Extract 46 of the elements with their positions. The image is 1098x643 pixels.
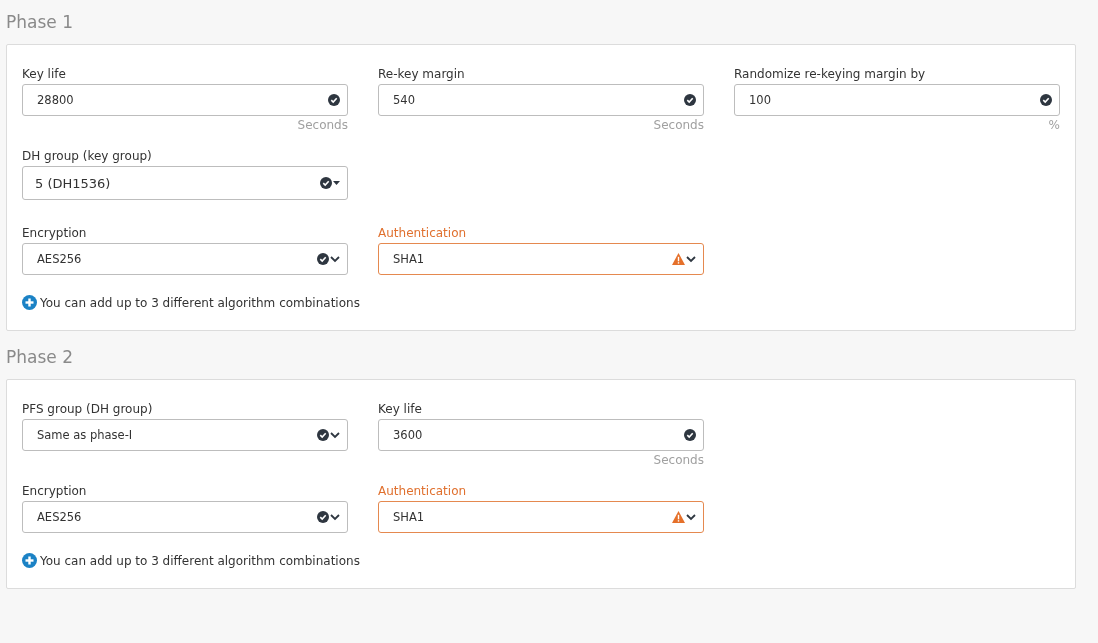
- chevron-down-icon: [330, 431, 340, 439]
- section-title: Phase 1: [6, 12, 73, 32]
- field-label: DH group (key group): [22, 149, 152, 163]
- check-circle-icon: [320, 177, 332, 189]
- field-label: Re-key margin: [378, 67, 465, 81]
- field-label: Encryption: [22, 226, 87, 240]
- input-field[interactable]: 100: [734, 84, 1060, 116]
- select-field[interactable]: AES256: [22, 243, 348, 275]
- field-label: Randomize re-keying margin by: [734, 67, 926, 81]
- select-field[interactable]: AES256: [22, 501, 348, 533]
- add-combination-link[interactable]: You can add up to 3 different algorithm combinations: [22, 295, 360, 310]
- input-field[interactable]: 540: [378, 84, 704, 116]
- check-circle-icon: [317, 429, 329, 441]
- unit-label: %: [1048, 118, 1060, 132]
- unit-label: Seconds: [653, 453, 704, 467]
- section-title: Phase 2: [6, 347, 73, 367]
- unit-label: Seconds: [653, 118, 704, 132]
- field-label: Authentication: [378, 484, 467, 498]
- select-field[interactable]: Same as phase-I: [22, 419, 348, 451]
- input-field[interactable]: 3600: [378, 419, 704, 451]
- field-label: Key life: [22, 67, 66, 81]
- add-combination-link[interactable]: You can add up to 3 different algorithm combinations: [22, 553, 360, 568]
- field-label: PFS group (DH group): [22, 402, 153, 416]
- chevron-down-icon: [686, 255, 696, 263]
- unit-label: Seconds: [297, 118, 348, 132]
- select-field[interactable]: SHA1: [378, 243, 704, 275]
- caret-down-icon: [333, 181, 340, 185]
- field-label: Encryption: [22, 484, 87, 498]
- check-circle-icon: [684, 94, 696, 106]
- plus-circle-icon: [22, 553, 37, 568]
- check-circle-icon: [684, 429, 696, 441]
- check-circle-icon: [1040, 94, 1052, 106]
- select-field[interactable]: SHA1: [378, 501, 704, 533]
- chevron-down-icon: [330, 255, 340, 263]
- field-label: Key life: [378, 402, 422, 416]
- warning-icon: [672, 511, 685, 523]
- select-field[interactable]: 5 (DH1536): [22, 166, 348, 200]
- check-circle-icon: [317, 511, 329, 523]
- field-label: Authentication: [378, 226, 467, 240]
- chevron-down-icon: [686, 513, 696, 521]
- check-circle-icon: [317, 253, 329, 265]
- input-field[interactable]: 28800: [22, 84, 348, 116]
- check-circle-icon: [328, 94, 340, 106]
- chevron-down-icon: [330, 513, 340, 521]
- plus-circle-icon: [22, 295, 37, 310]
- warning-icon: [672, 253, 685, 265]
